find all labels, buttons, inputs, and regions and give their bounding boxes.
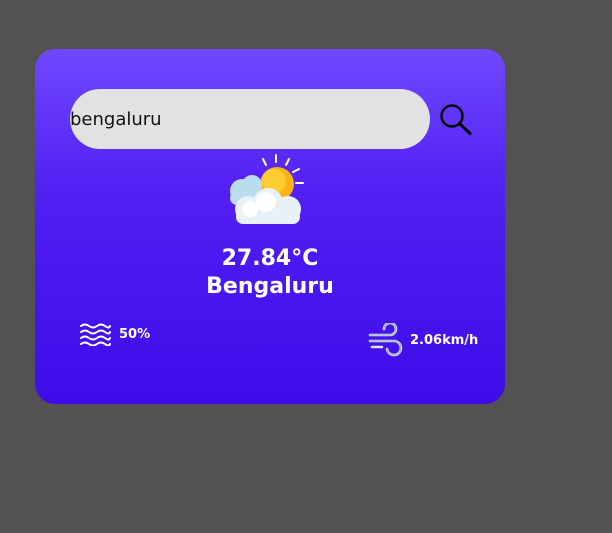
search-icon xyxy=(440,104,472,135)
wind-speed-value: 2.06km/h xyxy=(410,332,479,348)
humidity-info: 50% xyxy=(79,322,150,346)
partly-cloudy-icon xyxy=(222,153,312,229)
temperature: 27.84°C xyxy=(221,246,319,271)
search-button[interactable] xyxy=(438,103,474,137)
weather-card: 27.84°C Bengaluru 50% 2.06km/h xyxy=(35,49,505,404)
humidity-value: 50% xyxy=(119,326,151,342)
wind-info: 2.06km/h xyxy=(368,323,478,357)
city-name: Bengaluru xyxy=(206,274,334,299)
humidity-waves-icon xyxy=(80,323,111,346)
wind-icon xyxy=(368,323,403,357)
search-input[interactable] xyxy=(70,89,430,149)
